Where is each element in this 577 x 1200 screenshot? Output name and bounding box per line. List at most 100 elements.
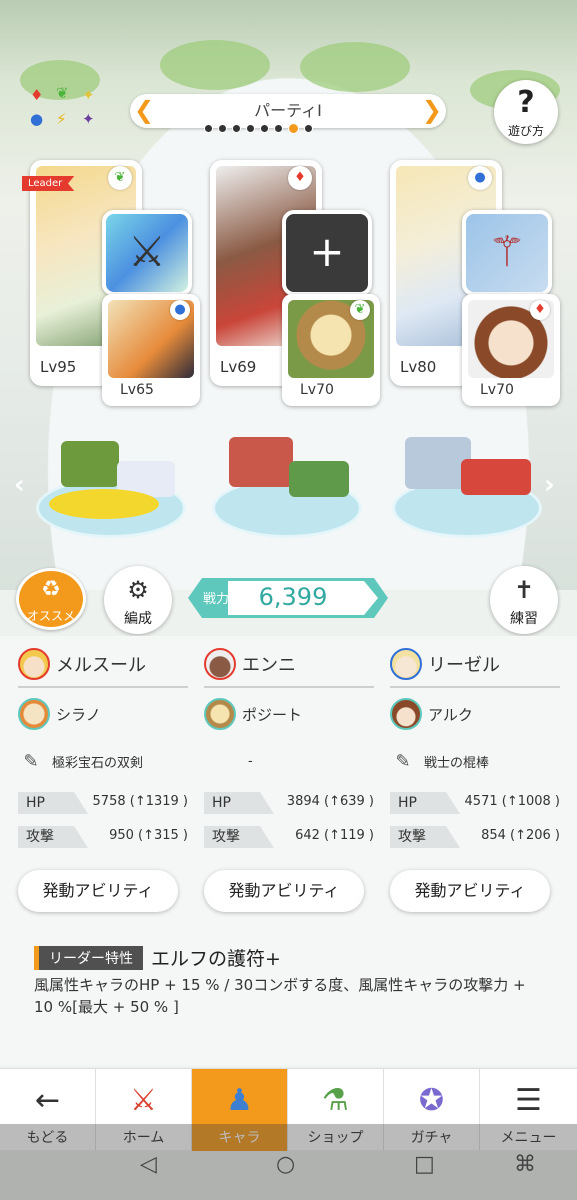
page-dot[interactable] xyxy=(232,124,241,133)
page-dot[interactable] xyxy=(274,124,283,133)
back-arrow-icon: ← xyxy=(34,1083,61,1118)
page-dot[interactable] xyxy=(304,124,313,133)
sub-member[interactable]: アルク xyxy=(390,698,473,730)
main-level: Lv69 xyxy=(220,358,257,376)
recommend-button[interactable]: ♻ オススメ xyxy=(16,568,86,630)
member-avatar xyxy=(18,698,50,730)
member-name: アルク xyxy=(428,705,473,724)
water-attribute-icon: ● xyxy=(468,166,492,190)
dark-element-icon: ✦ xyxy=(82,110,95,128)
wind-attribute-icon: ❦ xyxy=(350,300,370,320)
game-controller-icon[interactable]: ⌘ xyxy=(514,1152,536,1177)
ability-button-2[interactable]: 発動アビリティ xyxy=(204,870,364,912)
pixel-island-2 xyxy=(212,437,362,538)
divider xyxy=(18,686,188,688)
ability-button-3[interactable]: 発動アビリティ xyxy=(390,870,550,912)
attack-label: 攻撃 xyxy=(204,826,274,848)
next-party-chevron-icon[interactable]: ❯ xyxy=(422,96,442,124)
sub-character-card[interactable]: Lv70 ♦ xyxy=(462,294,560,406)
practice-button[interactable]: ✝ 練習 xyxy=(490,566,558,634)
hp-label: HP xyxy=(390,792,460,814)
hp-value: 5758 (↑1319 ) xyxy=(92,794,188,809)
power-value: 6,399 xyxy=(258,583,328,611)
attack-label: 攻撃 xyxy=(390,826,460,848)
attack-value: 950 (↑315 ) xyxy=(109,828,188,843)
next-arrow-icon[interactable]: › xyxy=(544,470,555,500)
hp-row: HP 3894 (↑639 ) xyxy=(204,792,374,814)
weapon-line[interactable]: - xyxy=(240,748,253,774)
page-dot[interactable] xyxy=(204,124,213,133)
page-dot[interactable] xyxy=(260,124,269,133)
party-page-dots[interactable] xyxy=(204,123,313,134)
formation-button[interactable]: ⚙ 編成 xyxy=(104,566,172,634)
empty-weapon-slot[interactable]: + xyxy=(282,210,372,296)
recommend-label: オススメ xyxy=(26,609,75,623)
weapon-line[interactable]: ✎ 極彩宝石の双剣 xyxy=(18,748,143,774)
help-button[interactable]: ? 遊び方 xyxy=(494,80,558,144)
party-slot-2[interactable]: Lv69 ♦ + Lv70 ❦ xyxy=(210,160,382,410)
party-slot-3[interactable]: Lv80 ● ⚚ Lv70 ♦ xyxy=(390,160,562,410)
page-dot-active[interactable] xyxy=(288,123,299,134)
main-member[interactable]: エンニ xyxy=(204,648,296,680)
fire-element-icon: ♦ xyxy=(30,86,44,104)
leader-skill-name: エルフの護符+ xyxy=(151,948,281,970)
red-block xyxy=(229,437,293,487)
sub-level: Lv65 xyxy=(120,382,154,398)
member-avatar xyxy=(18,648,50,680)
grass-block xyxy=(289,461,349,497)
staff-icon: ⚚ xyxy=(488,227,526,276)
crossed-swords-icon: ⚔ xyxy=(128,227,166,276)
weapon-name: - xyxy=(248,753,253,769)
system-home-icon[interactable]: ○ xyxy=(276,1152,295,1177)
light-element-icon: ✦ xyxy=(82,86,95,104)
wind-element-icon: ❦ xyxy=(56,84,69,102)
sub-member[interactable]: ポジート xyxy=(204,698,302,730)
attack-label: 攻撃 xyxy=(18,826,88,848)
member-avatar xyxy=(204,648,236,680)
attack-row: 攻撃 642 (↑119 ) xyxy=(204,826,374,848)
hp-row: HP 5758 (↑1319 ) xyxy=(18,792,188,814)
formation-label: 編成 xyxy=(124,611,152,627)
help-label: 遊び方 xyxy=(507,124,544,138)
wind-attribute-icon: ❦ xyxy=(108,166,132,190)
party-slot-1[interactable]: Lv95 Leader ❦ ⚔ Lv65 ● xyxy=(22,160,202,410)
leader-skill-header: リーダー特性 エルフの護符+ xyxy=(34,944,281,971)
sub-character-card[interactable]: Lv65 ● xyxy=(102,294,200,406)
practice-dummy-icon: ✝ xyxy=(513,576,535,604)
weapon-slot[interactable]: ⚚ xyxy=(462,210,552,296)
member-avatar xyxy=(390,648,422,680)
hp-label: HP xyxy=(204,792,274,814)
page-dot[interactable] xyxy=(246,124,255,133)
prev-party-chevron-icon[interactable]: ❮ xyxy=(134,96,154,124)
attack-row: 攻撃 854 (↑206 ) xyxy=(390,826,560,848)
divider xyxy=(390,686,560,688)
element-filter-icons[interactable]: ♦ ❦ ✦ ● ⚡ ✦ xyxy=(26,86,104,136)
member-name: シラノ xyxy=(56,705,101,724)
yellow-base xyxy=(49,489,159,519)
weapon-line[interactable]: ✎ 戦士の棍棒 xyxy=(390,748,489,774)
leader-skill-tag: リーダー特性 xyxy=(34,945,143,970)
hp-value: 4571 (↑1008 ) xyxy=(464,794,560,809)
weapon-icon: ✎ xyxy=(23,750,39,772)
power-value-box: 6,399 xyxy=(228,581,378,615)
main-member[interactable]: メルスール xyxy=(18,648,146,680)
prev-arrow-icon[interactable]: ‹ xyxy=(14,470,25,500)
main-member[interactable]: リーゼル xyxy=(390,648,500,680)
weapon-name: 極彩宝石の双剣 xyxy=(52,755,144,771)
character-icon: ♟ xyxy=(226,1083,253,1118)
hp-value: 3894 (↑639 ) xyxy=(286,794,374,809)
pixel-island-3 xyxy=(392,437,542,538)
system-back-icon[interactable]: ◁ xyxy=(140,1152,157,1177)
attack-value: 642 (↑119 ) xyxy=(295,828,374,843)
page-dot[interactable] xyxy=(218,124,227,133)
member-name: エンニ xyxy=(242,655,296,676)
leader-badge: Leader xyxy=(22,176,75,191)
sub-character-card[interactable]: Lv70 ❦ xyxy=(282,294,380,406)
sub-member[interactable]: シラノ xyxy=(18,698,101,730)
weapon-slot[interactable]: ⚔ xyxy=(102,210,192,296)
shop-icon: ⚗ xyxy=(322,1083,349,1118)
water-attribute-icon: ● xyxy=(170,300,190,320)
ability-button-1[interactable]: 発動アビリティ xyxy=(18,870,178,912)
main-level: Lv80 xyxy=(400,358,437,376)
system-recents-icon[interactable]: □ xyxy=(414,1152,435,1177)
